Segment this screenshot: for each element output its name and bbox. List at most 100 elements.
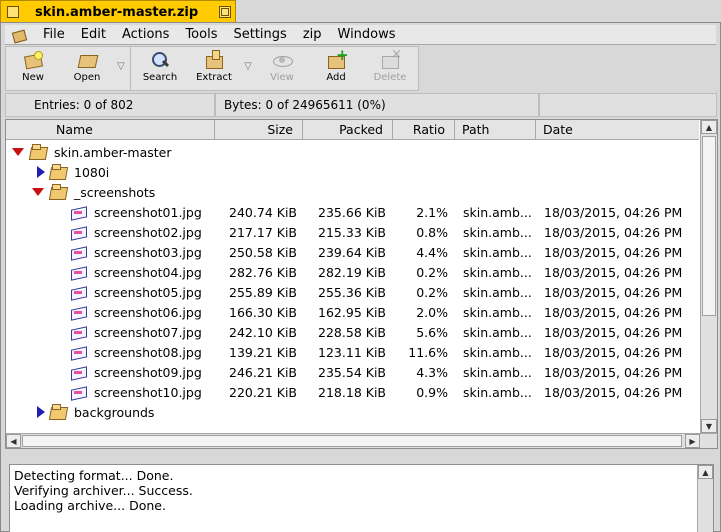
file-date: 18/03/2015, 04:26 PM — [544, 285, 683, 300]
main-window: File Edit Actions Tools Settings zip Win… — [0, 22, 721, 532]
file-date: 18/03/2015, 04:26 PM — [544, 205, 683, 220]
list-vertical-scrollbar[interactable]: ▲ ▼ — [700, 120, 717, 433]
file-path: skin.amb... — [463, 225, 532, 240]
file-ratio: 2.0% — [416, 305, 448, 320]
menu-windows[interactable]: Windows — [330, 27, 404, 42]
file-size: 250.58 KiB — [229, 245, 297, 260]
image-file-icon — [70, 346, 86, 358]
file-ratio: 0.9% — [416, 385, 448, 400]
file-size: 242.10 KiB — [229, 325, 297, 340]
open-dropdown-icon[interactable]: ▽ — [114, 47, 128, 72]
log-scroll-up-arrow-icon[interactable]: ▲ — [698, 465, 713, 479]
extract-icon — [203, 50, 225, 70]
file-path: skin.amb... — [463, 305, 532, 320]
menu-actions[interactable]: Actions — [114, 27, 178, 42]
open-label: Open — [73, 72, 101, 83]
app-menu-icon[interactable] — [11, 28, 27, 42]
column-date[interactable]: Date — [536, 120, 699, 139]
file-row[interactable]: screenshot06.jpg 166.30 KiB 162.95 KiB 2… — [6, 302, 699, 322]
file-row[interactable]: screenshot10.jpg 220.21 KiB 218.18 KiB 0… — [6, 382, 699, 402]
search-icon — [149, 50, 171, 70]
log-line: Detecting format... Done. — [14, 468, 174, 483]
file-ratio: 5.6% — [416, 325, 448, 340]
log-scrollbar[interactable]: ▲ ▼ — [697, 465, 713, 532]
image-file-icon — [70, 306, 86, 318]
open-button[interactable]: Open — [60, 47, 114, 90]
file-name: screenshot03.jpg — [94, 245, 202, 260]
file-ratio: 0.8% — [416, 225, 448, 240]
delete-button[interactable]: Delete — [363, 47, 417, 90]
file-date: 18/03/2015, 04:26 PM — [544, 385, 683, 400]
image-file-icon — [70, 246, 86, 258]
search-button[interactable]: Search — [133, 47, 187, 90]
image-file-icon — [70, 326, 86, 338]
tree-row-root[interactable]: skin.amber-master — [6, 142, 699, 162]
file-size: 166.30 KiB — [229, 305, 297, 320]
menu-file[interactable]: File — [35, 27, 73, 42]
tree-row-1080i[interactable]: 1080i — [6, 162, 699, 182]
scroll-left-arrow-icon[interactable]: ◀ — [6, 434, 21, 448]
file-row[interactable]: screenshot01.jpg 240.74 KiB 235.66 KiB 2… — [6, 202, 699, 222]
window-title-tab[interactable]: skin.amber-master.zip — [0, 0, 236, 23]
file-packed: 282.19 KiB — [318, 265, 386, 280]
column-path[interactable]: Path — [455, 120, 536, 139]
window-title: skin.amber-master.zip — [35, 4, 199, 20]
file-packed: 235.66 KiB — [318, 205, 386, 220]
file-date: 18/03/2015, 04:26 PM — [544, 365, 683, 380]
file-row[interactable]: screenshot02.jpg 217.17 KiB 215.33 KiB 0… — [6, 222, 699, 242]
log-pane[interactable]: Detecting format... Done. Verifying arch… — [9, 464, 714, 532]
file-ratio: 0.2% — [416, 265, 448, 280]
image-file-icon — [70, 386, 86, 398]
collapsed-triangle-icon[interactable] — [36, 166, 48, 178]
column-size[interactable]: Size — [215, 120, 303, 139]
scroll-down-arrow-icon[interactable]: ▼ — [701, 419, 717, 433]
delete-label: Delete — [373, 72, 407, 83]
list-horizontal-scrollbar[interactable]: ◀ ▶ — [6, 433, 717, 448]
scroll-up-arrow-icon[interactable]: ▲ — [701, 120, 717, 134]
log-line: Verifying archiver... Success. — [14, 483, 193, 498]
tree-row-screenshots[interactable]: _screenshots — [6, 182, 699, 202]
menu-zip[interactable]: zip — [295, 27, 330, 42]
file-name: screenshot10.jpg — [94, 385, 202, 400]
horizontal-scroll-thumb[interactable] — [22, 435, 682, 447]
expanded-triangle-icon[interactable] — [12, 146, 24, 158]
toolbar-separator — [130, 47, 131, 90]
column-packed[interactable]: Packed — [303, 120, 393, 139]
menu-settings[interactable]: Settings — [225, 27, 294, 42]
column-ratio[interactable]: Ratio — [393, 120, 455, 139]
column-name[interactable]: Name — [6, 120, 215, 139]
file-path: skin.amb... — [463, 365, 532, 380]
close-box-icon[interactable] — [7, 6, 19, 18]
extract-button[interactable]: Extract — [187, 47, 241, 90]
file-ratio: 4.3% — [416, 365, 448, 380]
folder-icon — [50, 404, 66, 418]
file-row[interactable]: screenshot08.jpg 139.21 KiB 123.11 KiB 1… — [6, 342, 699, 362]
file-row[interactable]: screenshot05.jpg 255.89 KiB 255.36 KiB 0… — [6, 282, 699, 302]
file-row[interactable]: screenshot09.jpg 246.21 KiB 235.54 KiB 4… — [6, 362, 699, 382]
scroll-right-arrow-icon[interactable]: ▶ — [685, 434, 700, 448]
file-date: 18/03/2015, 04:26 PM — [544, 325, 683, 340]
view-button[interactable]: View — [255, 47, 309, 90]
info-bar: Entries: 0 of 802 Bytes: 0 of 24965611 (… — [5, 93, 717, 118]
menu-bar: File Edit Actions Tools Settings zip Win… — [5, 25, 716, 45]
file-name: screenshot08.jpg — [94, 345, 202, 360]
expanded-triangle-icon[interactable] — [32, 186, 44, 198]
tree-row-backgrounds[interactable]: backgrounds — [6, 402, 699, 422]
menu-tools[interactable]: Tools — [177, 27, 225, 42]
file-ratio: 0.2% — [416, 285, 448, 300]
view-eye-icon — [271, 50, 293, 70]
file-row[interactable]: screenshot04.jpg 282.76 KiB 282.19 KiB 0… — [6, 262, 699, 282]
vertical-scroll-thumb[interactable] — [702, 136, 716, 316]
menu-edit[interactable]: Edit — [73, 27, 114, 42]
collapsed-triangle-icon[interactable] — [36, 406, 48, 418]
archive-list[interactable]: Name Size Packed Ratio Path Date skin.am… — [5, 119, 718, 449]
file-row[interactable]: screenshot03.jpg 250.58 KiB 239.64 KiB 4… — [6, 242, 699, 262]
new-button[interactable]: New — [6, 47, 60, 90]
zoom-box-icon[interactable] — [219, 6, 231, 18]
add-button[interactable]: Add — [309, 46, 363, 90]
image-file-icon — [70, 286, 86, 298]
file-packed: 215.33 KiB — [318, 225, 386, 240]
file-row[interactable]: screenshot07.jpg 242.10 KiB 228.58 KiB 5… — [6, 322, 699, 342]
extract-dropdown-icon[interactable]: ▽ — [241, 47, 255, 72]
log-text: Detecting format... Done. Verifying arch… — [14, 468, 193, 513]
